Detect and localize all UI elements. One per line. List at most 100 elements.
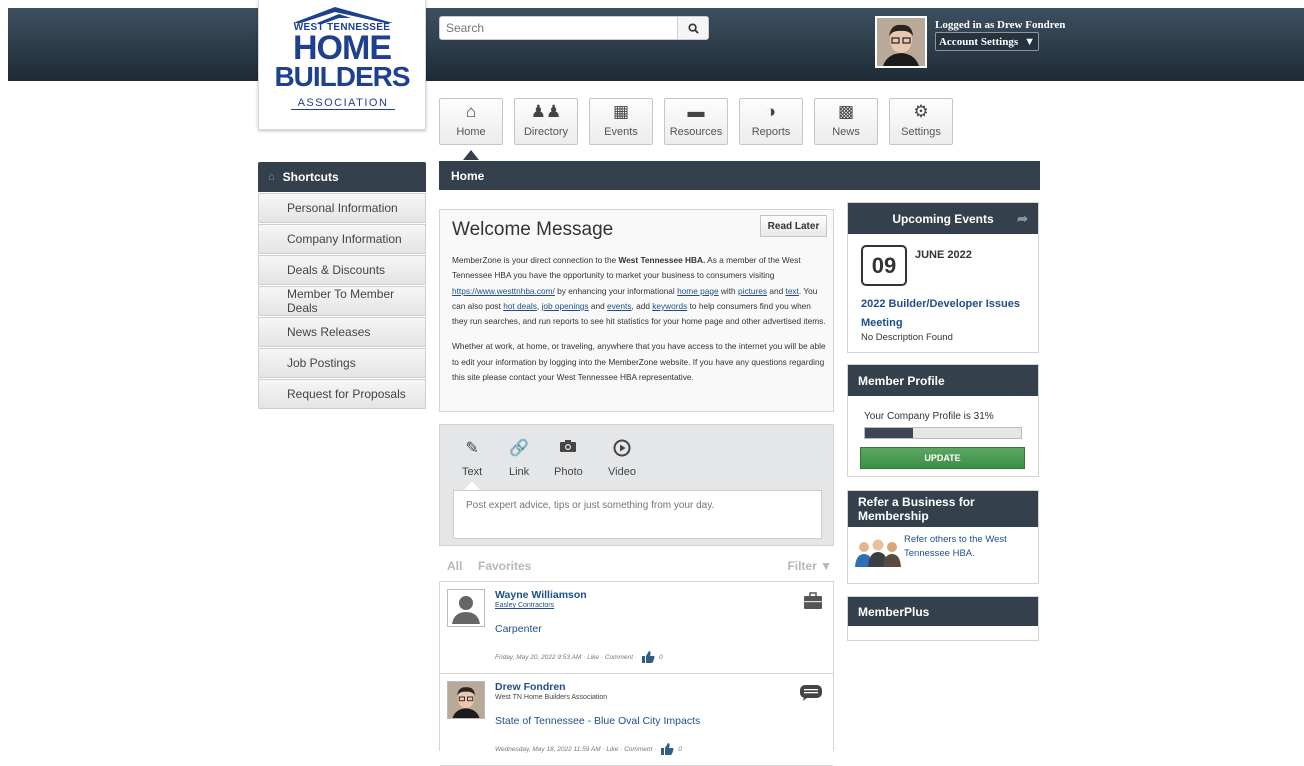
nav-tab-label: Reports [751, 126, 791, 138]
nav-tab-resources[interactable]: ▬ Resources [664, 98, 728, 145]
read-later-button[interactable]: Read Later [760, 215, 827, 237]
pictures-link[interactable]: pictures [738, 286, 767, 296]
text-link[interactable]: text [786, 286, 799, 296]
event-description: No Description Found [861, 332, 953, 343]
shortcuts-heading: ⌂ Shortcuts [258, 162, 426, 192]
welcome-message-panel: Welcome Message Read Later MemberZone is… [439, 209, 834, 412]
events-link[interactable]: events [607, 301, 631, 311]
composer-tab-label: Video [608, 466, 636, 478]
composer-tab-label: Photo [554, 466, 583, 478]
hot-deals-link[interactable]: hot deals [503, 301, 537, 311]
status-update-icon [799, 684, 823, 705]
activity-feed: Wayne Williamson Easley Contractors Carp… [439, 581, 834, 766]
active-tab-pointer [463, 150, 479, 160]
update-profile-button[interactable]: UPDATE [860, 447, 1025, 469]
nav-tab-home[interactable]: ⌂ Home [439, 98, 503, 145]
member-profile-panel: Member Profile Your Company Profile is 3… [847, 364, 1039, 477]
profile-progress-bar [864, 427, 1022, 439]
nav-tab-reports[interactable]: ◑ Reports [739, 98, 803, 145]
home-icon: ⌂ [268, 171, 275, 183]
event-month-year: JUNE 2022 [915, 249, 972, 261]
post-author-avatar[interactable] [447, 681, 485, 719]
sidebar-item-member-to-member-deals[interactable]: Member To Member Deals [258, 286, 426, 316]
shortcuts-heading-label: Shortcuts [282, 170, 339, 184]
nav-tab-directory[interactable]: ♟♟ Directory [514, 98, 578, 145]
text: and [767, 285, 786, 296]
job-openings-link[interactable]: job openings [542, 301, 589, 311]
website-link[interactable]: https://www.westtnhba.com/ [452, 286, 555, 296]
nav-tab-label: Home [456, 126, 486, 138]
logo-association-text: ASSOCIATION [291, 97, 395, 110]
filter-all[interactable]: All [447, 559, 462, 573]
refer-business-panel: Refer a Business for Membership Refer ot… [847, 490, 1039, 584]
refer-link[interactable]: Refer others to the West Tennessee HBA. [904, 533, 1034, 561]
post-author-name[interactable]: Drew Fondren [495, 681, 566, 693]
sidebar-item-news-releases[interactable]: News Releases [258, 317, 426, 347]
search-button[interactable] [677, 17, 708, 39]
sidebar-item-job-postings[interactable]: Job Postings [258, 348, 426, 378]
buildings-icon: ▩ [837, 102, 855, 121]
post-author-company[interactable]: Easley Contractors [495, 602, 554, 609]
post-title[interactable]: Carpenter [495, 623, 542, 635]
composer-tab-text[interactable]: ✎ Text [462, 439, 482, 478]
home-page-link[interactable]: home page [677, 286, 719, 296]
post-title[interactable]: State of Tennessee - Blue Oval City Impa… [495, 715, 700, 727]
event-title-link[interactable]: 2022 Builder/Developer Issues Meeting [861, 295, 1036, 333]
nav-tab-events[interactable]: ▦ Events [589, 98, 653, 145]
people-icon: ♟♟ [530, 102, 562, 121]
sidebar-item-request-for-proposals[interactable]: Request for Proposals [258, 379, 426, 409]
nav-tab-label: Settings [901, 126, 941, 138]
search-input[interactable] [440, 17, 675, 39]
upcoming-events-heading-label: Upcoming Events [892, 211, 994, 226]
nav-tab-news[interactable]: ▩ News [814, 98, 878, 145]
post-text-area[interactable] [454, 491, 821, 538]
composer-tab-video[interactable]: Video [608, 439, 636, 478]
text: MemberZone is your direct connection to … [452, 255, 619, 265]
post-like-count: 0 [658, 653, 663, 661]
post-author-company: West TN Home Builders Association [495, 694, 608, 701]
composer-tab-link[interactable]: 🔗 Link [509, 439, 529, 478]
nav-tab-label: Events [604, 126, 638, 138]
user-avatar[interactable] [875, 16, 927, 68]
welcome-body: MemberZone is your direct connection to … [452, 253, 827, 385]
pie-chart-icon: ◑ [765, 102, 777, 121]
search-icon [687, 22, 699, 34]
sidebar-item-deals-discounts[interactable]: Deals & Discounts [258, 255, 426, 285]
post-meta-text: Friday, May 20, 2022 9:53 AM · Like · Co… [495, 653, 637, 661]
text: , add [631, 300, 653, 311]
account-settings-button[interactable]: Account Settings ▼ [935, 32, 1039, 51]
home-icon: ⌂ [465, 102, 477, 121]
share-arrow-icon[interactable]: ➦ [1017, 211, 1028, 227]
play-icon [613, 439, 631, 461]
nav-tab-settings[interactable]: ⚙ Settings [889, 98, 953, 145]
post-author-name[interactable]: Wayne Williamson [495, 589, 587, 601]
post-author-avatar[interactable] [447, 589, 485, 627]
sidebar-item-personal-information[interactable]: Personal Information [258, 193, 426, 223]
group-people-icon [852, 537, 904, 572]
keywords-link[interactable]: keywords [652, 301, 687, 311]
main-nav: ⌂ Home ♟♟ Directory ▦ Events ▬ Resources… [439, 98, 964, 145]
filter-favorites[interactable]: Favorites [478, 559, 531, 573]
feed-filters: All Favorites Filter ▼ [439, 555, 834, 577]
text: with [718, 285, 738, 296]
member-profile-heading: Member Profile [848, 365, 1038, 396]
post-text-area-wrapper [453, 490, 822, 539]
post-like-count: 0 [678, 745, 682, 753]
page-title: Home [439, 161, 1040, 190]
thumbs-up-icon[interactable] [641, 651, 655, 663]
upcoming-events-heading: Upcoming Events ➦ [848, 203, 1038, 234]
filter-dropdown[interactable]: Filter ▼ [787, 559, 832, 573]
sidebar-item-company-information[interactable]: Company Information [258, 224, 426, 254]
text: by enhancing your informational [554, 285, 678, 296]
composer-tab-photo[interactable]: Photo [554, 439, 583, 478]
post-composer: ✎ Text 🔗 Link Photo Video [439, 424, 834, 546]
text: and [588, 300, 608, 311]
user-photo-icon [448, 682, 484, 718]
welcome-paragraph-2: Whether at work, at home, or traveling, … [452, 341, 826, 383]
event-date-box: 09 [861, 245, 907, 286]
account-settings-label: Account Settings [938, 35, 1019, 48]
welcome-paragraph-1: MemberZone is your direct connection to … [452, 253, 827, 329]
site-logo[interactable]: WEST TENNESSEE HOME BUILDERS ASSOCIATION [258, 0, 426, 130]
profile-completion-text: Your Company Profile is 31% [864, 411, 994, 422]
logo-home-text: HOME [293, 29, 392, 67]
